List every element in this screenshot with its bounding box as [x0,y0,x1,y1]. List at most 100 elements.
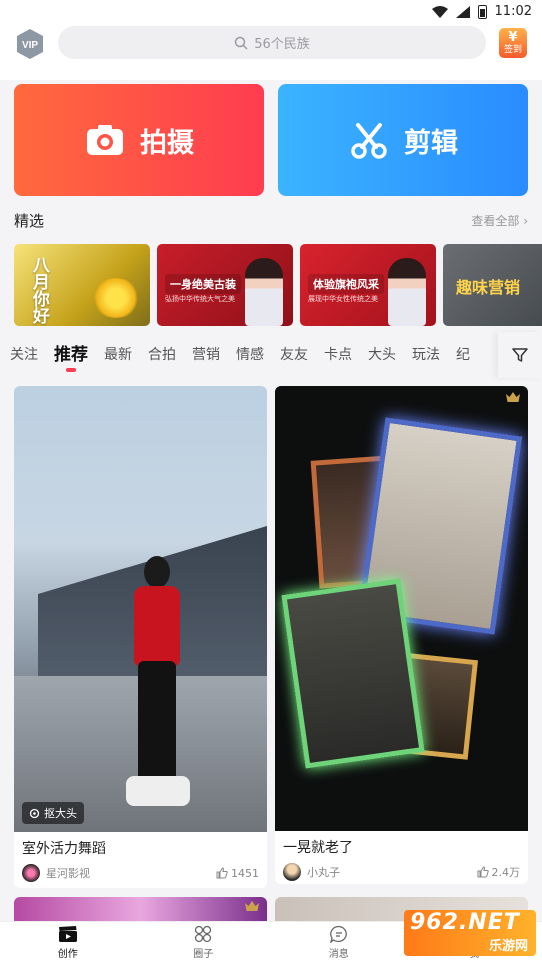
author-name: 星河影视 [46,867,90,880]
photo-frame [281,578,425,769]
wifi-icon [431,5,448,18]
featured-item-title: 一身绝美古装 [165,274,241,294]
featured-item[interactable]: 体验旗袍风采 展现中华女性传统之美 [300,244,436,326]
tab-more[interactable]: 纪 [448,332,478,378]
likes[interactable]: 2.4万 [477,864,521,880]
video-card[interactable]: 抠大头 室外活力舞蹈 星河影视 1451 [14,386,267,888]
edit-button[interactable]: 剪辑 [278,84,528,196]
crown-icon [506,392,520,402]
tab-marketing[interactable]: 营销 [184,332,228,378]
person-image [388,258,426,326]
tab-duet[interactable]: 合拍 [140,332,184,378]
shoot-label: 拍摄 [140,127,194,159]
dancer-head [144,556,170,588]
category-tabs: 关注 推荐 最新 合拍 营销 情感 友友 卡点 大头 玩法 纪 [0,332,542,378]
likes[interactable]: 1451 [216,867,259,880]
tab-follow[interactable]: 关注 [10,332,46,378]
svg-text:VIP: VIP [22,40,38,51]
video-thumbnail[interactable] [275,386,528,831]
video-card-peek[interactable] [14,897,267,921]
edit-label: 剪辑 [404,127,458,159]
likes-count: 1451 [231,866,259,880]
top-header: VIP 56个民族 ¥ 签到 [0,24,542,80]
scissors-icon [351,123,387,159]
video-title: 一晃就老了 [283,840,353,856]
dancer-torso [134,586,180,666]
tab-bighead[interactable]: 大头 [360,332,404,378]
featured-item-subtitle: 展现中华女性传统之美 [308,295,378,303]
featured-item[interactable]: 趣味营销 [443,244,542,326]
featured-item-title: 趣味营销 [456,278,521,297]
dancer-image [126,556,190,826]
featured-title: 精选 [14,212,45,230]
camera-icon [87,125,123,155]
featured-item-subtitle: 弘扬中华传统大气之美 [165,295,235,303]
likes-count: 2.4万 [491,866,521,879]
featured-carousel[interactable]: 八月你好 一身绝美古装 弘扬中华传统大气之美 体验旗袍风采 展现中华女性传统之美… [14,244,542,326]
watermark-domain: 962.NET [410,910,520,935]
see-all-link[interactable]: 查看全部 › [471,212,528,229]
status-time: 11:02 [494,4,532,19]
author[interactable]: 星河影视 [22,864,90,882]
circles-icon [195,925,212,943]
template-tag-label: 抠大头 [44,807,77,820]
sparkle-icon [29,808,40,818]
dancer-legs [138,661,176,791]
video-meta: 小丸子 2.4万 [275,859,528,881]
status-bar: 11:02 [0,0,542,24]
nav-create-label: 创作 [57,949,78,960]
video-grid: 抠大头 室外活力舞蹈 星河影视 1451 一晃就老了 小丸子 2.4万 [14,386,528,916]
crown-icon [245,901,259,911]
featured-header: 精选 查看全部 › [14,210,528,231]
nav-circle-label: 圈子 [193,949,214,960]
tab-emotion[interactable]: 情感 [228,332,272,378]
clapperboard-icon [58,926,77,942]
avatar [22,864,40,882]
featured-item[interactable]: 八月你好 [14,244,150,326]
tab-recommend[interactable]: 推荐 [46,332,96,378]
signin-button[interactable]: ¥ 签到 [499,28,527,58]
avatar [283,863,301,881]
featured-item-title: 体验旗袍风采 [308,274,384,294]
main-actions: 拍摄 剪辑 [14,84,528,196]
nav-circle[interactable]: 圈子 [136,922,272,963]
thumbs-up-icon [477,866,489,878]
status-icons: 11:02 [431,4,532,19]
dancer-boots [126,776,190,806]
signin-label: 签到 [503,45,522,55]
filter-button[interactable] [498,332,542,378]
thumbs-up-icon [216,867,228,879]
nav-create[interactable]: 创作 [0,922,136,963]
shoot-button[interactable]: 拍摄 [14,84,264,196]
video-title: 室外活力舞蹈 [22,841,106,857]
person-image [245,258,283,326]
message-icon [329,925,347,943]
battery-icon [477,4,487,19]
video-meta: 星河影视 1451 [14,860,267,882]
video-card[interactable]: 一晃就老了 小丸子 2.4万 [275,386,528,884]
featured-item-title: 八月你好 [28,256,49,324]
video-thumbnail[interactable]: 抠大头 [14,386,267,832]
author[interactable]: 小丸子 [283,863,340,881]
see-all-label: 查看全部 [471,214,520,228]
search-bar[interactable]: 56个民族 [58,26,486,59]
tab-latest[interactable]: 最新 [96,332,140,378]
author-name: 小丸子 [307,866,340,879]
vip-badge-icon[interactable]: VIP [14,28,46,60]
tab-gameplay[interactable]: 玩法 [404,332,448,378]
tab-friends[interactable]: 友友 [272,332,316,378]
tab-list: 关注 推荐 最新 合拍 营销 情感 友友 卡点 大头 玩法 纪 [0,332,498,378]
site-watermark: 962.NET 乐游网 [404,910,536,956]
yen-icon: ¥ [508,30,518,45]
nav-messages-label: 消息 [328,949,349,960]
featured-item[interactable]: 一身绝美古装 弘扬中华传统大气之美 [157,244,293,326]
tab-beat[interactable]: 卡点 [316,332,360,378]
filter-icon [512,348,528,362]
flower-image [92,278,140,318]
search-placeholder: 56个民族 [254,37,310,52]
signal-icon [455,5,470,18]
nav-messages[interactable]: 消息 [271,922,407,963]
search-icon [234,36,248,50]
template-tag: 抠大头 [22,802,84,824]
watermark-site-name: 乐游网 [488,939,528,954]
